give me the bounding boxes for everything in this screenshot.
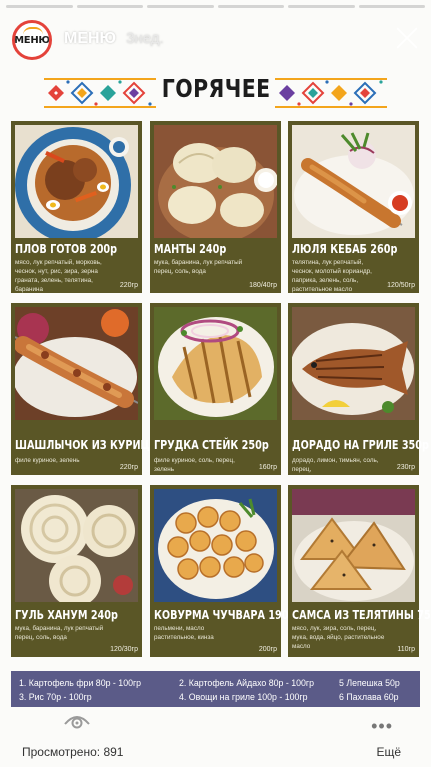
side-item: 1. Картофель фри 80р - 100гр — [19, 678, 142, 688]
dish-photo-dorado — [292, 307, 415, 420]
dish-name: ЛЮЛЯ КЕБАБ 260р — [292, 241, 398, 256]
dish-weight: 120/50гр — [387, 282, 415, 289]
side-dishes-row: 1. Картофель фри 80р - 100гр 2. Картофел… — [19, 676, 412, 690]
progress-segment — [288, 5, 355, 8]
dish-photo-manty — [154, 125, 277, 238]
account-name[interactable]: МЕНЮ — [64, 30, 116, 47]
side-item: 5 Лепешка 50р — [339, 678, 400, 688]
dish-weight: 120/30гр — [110, 646, 138, 653]
dish-name: ПЛОВ ГОТОВ 200р — [15, 241, 118, 256]
avatar[interactable]: МЕНЮ — [12, 20, 52, 60]
menu-card-dorado: ДОРАДО НА ГРИЛЕ 350р дорадо, лимон, тимь… — [288, 303, 429, 475]
menu-header: ГОРЯЧЕЕ — [0, 74, 431, 114]
story-viewer: МЕНЮ МЕНЮ 3нед. ГОРЯЧЕЕ ПЛОВ ГОТОВ 200р … — [0, 0, 431, 767]
dish-name: САМСА ИЗ ТЕЛЯТИНЫ 75р — [292, 607, 431, 622]
more-button[interactable]: Ещё — [376, 745, 401, 759]
dish-photo-chicken-shashlik — [15, 307, 138, 420]
dish-weight: 230гр — [396, 464, 415, 471]
dish-name: ДОРАДО НА ГРИЛЕ 350р — [292, 437, 429, 452]
dish-name: МАНТЫ 240р — [154, 241, 227, 256]
story-header: МЕНЮ МЕНЮ 3нед. — [0, 18, 431, 62]
dish-weight: 220гр — [119, 464, 138, 471]
page-title: ГОРЯЧЕЕ — [161, 74, 271, 103]
dish-name: ГУЛЬ ХАНУМ 240р — [15, 607, 118, 622]
progress-segment — [6, 5, 73, 8]
menu-card-chicken-shashlik: ШАШЛЫЧОК ИЗ КУРИЦЫ 220р филе куриное, зе… — [11, 303, 190, 475]
more-dots-icon[interactable]: ••• — [371, 716, 393, 737]
dish-photo-lyulya-kebab — [292, 125, 415, 238]
menu-card-plov: ПЛОВ ГОТОВ 200р мясо, лук репчатый, морк… — [11, 121, 142, 293]
avatar-logo-text: МЕНЮ — [14, 34, 50, 46]
dish-ingredients: мука, баранина, лук репчатый перец, соль… — [154, 259, 243, 275]
dish-photo-samsa — [292, 489, 415, 602]
account-info[interactable]: МЕНЮ 3нед. — [64, 30, 164, 48]
dish-ingredients: мука, баранина, лук репчатый перец, соль… — [15, 625, 104, 641]
side-dishes-panel: 1. Картофель фри 80р - 100гр 2. Картофел… — [11, 671, 420, 707]
side-dishes-row: 3. Рис 70р - 100гр 4. Овощи на гриле 100… — [19, 690, 412, 704]
dish-photo-kovurma-chuchvara — [154, 489, 277, 602]
ornament-left-icon — [44, 78, 156, 108]
menu-card-gul-hanum: ГУЛЬ ХАНУМ 240р мука, баранина, лук репч… — [11, 485, 142, 657]
dish-weight: 110гр — [397, 646, 415, 653]
menu-card-chicken-steak: ГРУДКА СТЕЙК 250р филе куриное, соль, пе… — [150, 303, 281, 475]
progress-segment — [217, 5, 284, 8]
ornament-right-icon — [275, 78, 387, 108]
dish-weight: 200гр — [258, 646, 277, 653]
dish-name: ШАШЛЫЧОК ИЗ КУРИЦЫ 220р — [15, 437, 190, 452]
close-icon[interactable] — [395, 26, 419, 50]
eye-icon[interactable] — [62, 710, 92, 730]
progress-segment — [358, 5, 425, 8]
side-item: 2. Картофель Айдахо 80р - 100гр — [179, 678, 315, 688]
dish-photo-gul-hanum — [15, 489, 138, 602]
menu-card-lyulya-kebab: ЛЮЛЯ КЕБАБ 260р телятина, лук репчатый, … — [288, 121, 419, 293]
dish-photo-chicken-steak — [154, 307, 277, 420]
menu-card-samsa: САМСА ИЗ ТЕЛЯТИНЫ 75р мясо, лук, зира, с… — [288, 485, 431, 657]
progress-segment — [76, 5, 143, 8]
story-progress — [6, 5, 425, 8]
dish-ingredients: пельмени, масло растительное, кинза — [154, 625, 214, 641]
menu-card-manty: МАНТЫ 240р мука, баранина, лук репчатый … — [150, 121, 281, 293]
menu-card-kovurma-chuchvara: КОВУРМА ЧУЧВАРА 190р пельмени, масло рас… — [150, 485, 296, 657]
post-time: 3нед. — [126, 30, 164, 47]
dish-weight: 220гр — [119, 282, 138, 289]
dish-name: КОВУРМА ЧУЧВАРА 190р — [154, 607, 296, 622]
side-item: 6 Пахлава 60р — [339, 692, 399, 702]
side-item: 3. Рис 70р - 100гр — [19, 692, 92, 702]
dish-name: ГРУДКА СТЕЙК 250р — [154, 437, 269, 452]
view-count[interactable]: Просмотрено: 891 — [22, 745, 123, 759]
side-item: 4. Овощи на гриле 100р - 100гр — [179, 692, 308, 702]
dish-weight: 180/40гр — [249, 282, 277, 289]
progress-segment — [147, 5, 214, 8]
dish-photo-plov — [15, 125, 138, 238]
dish-weight: 160гр — [258, 464, 277, 471]
